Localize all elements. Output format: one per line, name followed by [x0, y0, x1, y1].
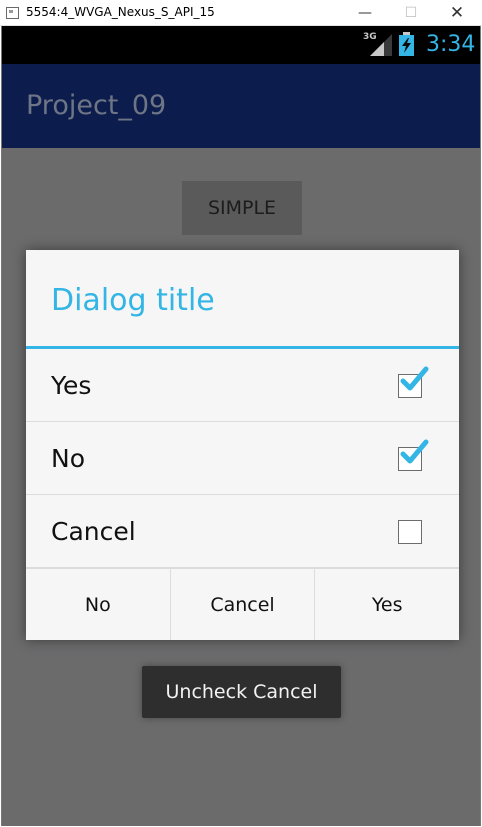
window-title: 5554:4_WVGA_Nexus_S_API_15 [26, 5, 215, 19]
status-bar: 3G 3:34 [2, 26, 480, 64]
multi-choice-dialog: Dialog title Yes No Cancel No Cancel Yes [26, 250, 459, 640]
checkbox-cancel[interactable] [398, 520, 422, 544]
checkbox-no[interactable] [398, 439, 429, 471]
list-item-yes[interactable]: Yes [26, 349, 459, 422]
list-item-label: No [51, 444, 85, 473]
list-item-cancel[interactable]: Cancel [26, 495, 459, 568]
clock: 3:34 [426, 32, 476, 57]
negative-button[interactable]: No [26, 569, 171, 640]
maximize-button[interactable]: ☐ [388, 0, 434, 26]
dialog-button-bar: No Cancel Yes [26, 568, 459, 640]
list-item-label: Yes [51, 371, 92, 400]
checkmark-icon [400, 439, 429, 464]
android-screen: 3G 3:34 Project_09 SIMPLE Dialog title Y… [1, 26, 481, 826]
neutral-button[interactable]: Cancel [171, 569, 316, 640]
close-button[interactable]: ✕ [434, 0, 480, 26]
emulator-title-bar: 5554:4_WVGA_Nexus_S_API_15 — ☐ ✕ [0, 0, 482, 26]
battery-charging-icon [399, 32, 414, 56]
list-item-no[interactable]: No [26, 422, 459, 495]
signal-strength-icon [370, 34, 392, 56]
simple-button[interactable]: SIMPLE [182, 181, 302, 235]
dialog-title: Dialog title [51, 283, 215, 318]
emulator-window-icon [6, 7, 19, 19]
minimize-button[interactable]: — [342, 0, 388, 26]
positive-button[interactable]: Yes [315, 569, 459, 640]
toast-message: Uncheck Cancel [142, 666, 341, 718]
action-bar: Project_09 [2, 64, 480, 148]
checkbox-yes[interactable] [398, 366, 429, 398]
app-title: Project_09 [26, 90, 167, 121]
list-item-label: Cancel [51, 517, 136, 546]
checkmark-icon [400, 366, 429, 391]
